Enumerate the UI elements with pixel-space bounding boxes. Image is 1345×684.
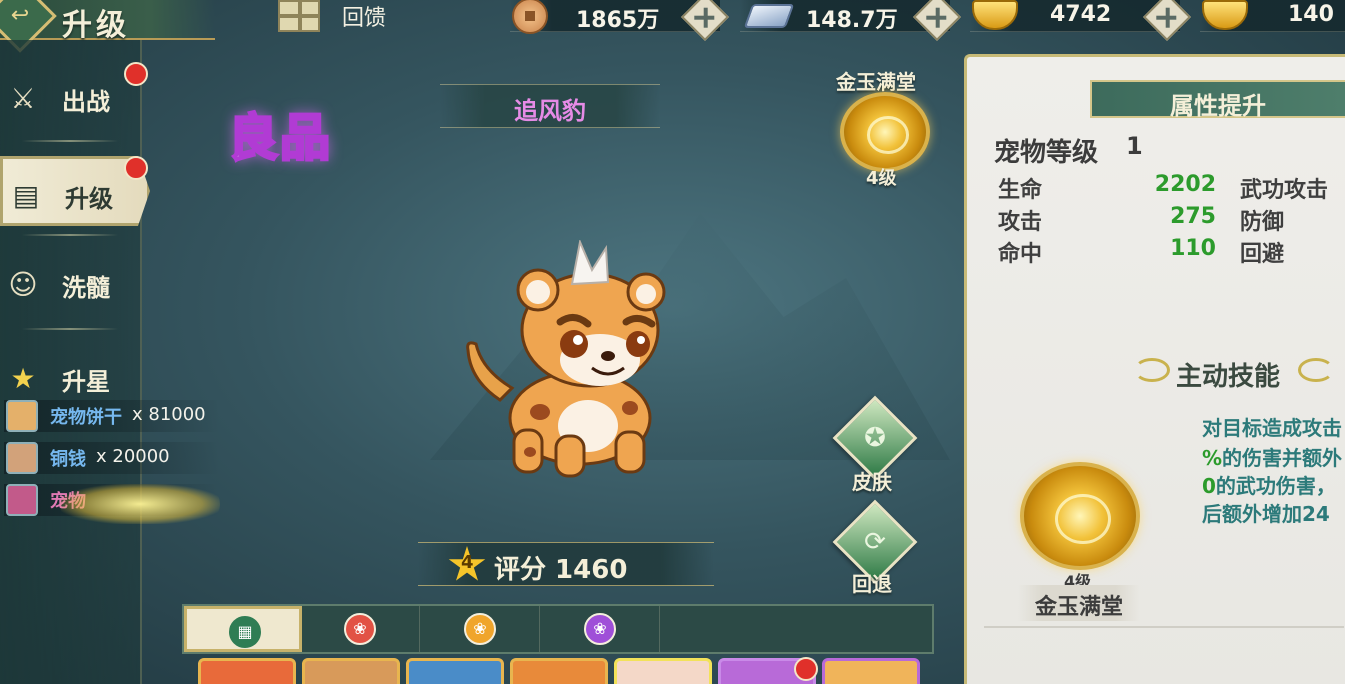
pet-name-plate: 追风豹	[440, 84, 660, 128]
active-skill-orb-icon[interactable]	[1020, 462, 1140, 570]
stat-evade-label: 回避	[1240, 242, 1285, 267]
stat-hp-label: 生命	[998, 178, 1043, 203]
star-count: 4	[461, 552, 474, 573]
notification-badge	[124, 156, 148, 180]
paw-purple-icon: ❀	[584, 613, 616, 645]
sidebar-item-refine[interactable]: ☺ 洗髓	[0, 248, 150, 318]
gold-ingot-icon	[972, 0, 1018, 30]
upgrade-glow-effect	[60, 484, 220, 524]
biscuit-icon	[6, 400, 38, 432]
attribute-panel-header: 属性提升	[1090, 80, 1345, 120]
stat-defense-label: 防御	[1240, 210, 1285, 235]
grid-icon: ▦	[229, 616, 261, 648]
tab-all[interactable]: ▦	[184, 606, 302, 652]
cake-icon	[6, 484, 38, 516]
document-icon: ▤	[12, 179, 40, 212]
pet-slot[interactable]	[406, 658, 504, 684]
sidebar-item-label: 洗髓	[62, 274, 110, 302]
score-text: 评分 1460	[494, 555, 628, 585]
sidebar-item-label: 升星	[62, 368, 110, 396]
stat-hp-value: 2202	[1154, 172, 1216, 197]
stat-hit-label: 命中	[998, 242, 1043, 267]
featured-skill-orb-icon[interactable]	[840, 92, 930, 172]
stat-martial-attack-label: 武功攻击	[1240, 178, 1329, 203]
material-row-copper: 铜钱 x 20000	[4, 442, 219, 474]
pet-slot[interactable]	[510, 658, 608, 684]
crossed-swords-icon: ⚔	[10, 82, 36, 115]
active-skill-name: 金玉满堂	[1034, 595, 1123, 620]
copper-coin-icon	[6, 442, 38, 474]
featured-skill-name: 金玉满堂	[836, 70, 916, 94]
skill-desc-line: 对目标造成攻击	[1202, 416, 1342, 440]
pet-filter-tabs: ▦ ❀ ❀ ❀	[182, 604, 934, 654]
feedback-label: 回馈	[342, 6, 387, 31]
skill-desc-line: 0的武功伤害，	[1202, 474, 1336, 498]
sidebar-item-label: 升级	[65, 185, 113, 213]
attribute-panel-title: 属性提升	[1170, 92, 1266, 120]
title-tag: ↩ 升级	[0, 0, 215, 53]
stat-hit-value: 110	[1170, 236, 1216, 261]
paw-orange-icon: ❀	[464, 613, 496, 645]
stat-attack-value: 275	[1170, 204, 1216, 229]
notification-badge	[794, 657, 818, 681]
sidebar-item-label: 出战	[62, 88, 110, 116]
ornament-swirl-icon	[1298, 358, 1334, 382]
skill-desc-line: %的伤害并额外	[1202, 446, 1343, 470]
stat-attack-label: 攻击	[998, 210, 1043, 235]
star-icon: ★	[10, 362, 36, 395]
tab-orange[interactable]: ❀	[422, 606, 540, 652]
resource-gold-value: 4742	[1050, 2, 1112, 27]
ornament-swirl-icon	[1134, 358, 1170, 382]
silver-ingot-icon	[743, 4, 795, 28]
tab-red[interactable]: ❀	[302, 606, 420, 652]
resource-copper-value: 1865万	[576, 8, 660, 33]
skin-label: 皮肤	[852, 470, 892, 494]
quality-label: 良品	[227, 108, 332, 169]
paw-star-icon: ✪	[864, 423, 886, 453]
resource-silver-value: 148.7万	[806, 8, 898, 33]
pet-leopard-illustration[interactable]	[460, 240, 680, 480]
resource-yuanbao-value: 140	[1288, 2, 1334, 27]
active-skill-name-plate: 金玉满堂	[1018, 585, 1140, 621]
divider	[22, 328, 118, 330]
active-skills-header: 主动技能	[1176, 362, 1281, 392]
material-row-biscuit: 宠物饼干 x 81000	[4, 400, 219, 432]
material-count: x 81000	[132, 404, 206, 425]
skill-desc-line: 后额外增加24	[1202, 502, 1330, 526]
divider	[22, 234, 118, 236]
pet-slot[interactable]	[302, 658, 400, 684]
tab-purple[interactable]: ❀	[542, 606, 660, 652]
page-title: 升级	[62, 8, 130, 43]
paw-red-icon: ❀	[344, 613, 376, 645]
material-name: 宠物饼干	[50, 407, 122, 428]
material-name: 铜钱	[50, 449, 86, 470]
gold-yuanbao-icon	[1202, 0, 1248, 30]
material-count: x 20000	[96, 446, 170, 467]
pet-name: 追风豹	[514, 97, 586, 125]
score-bar: 4 评分 1460	[418, 542, 714, 586]
pet-level-value: 1	[1126, 132, 1143, 160]
revert-label: 回退	[852, 572, 892, 596]
pet-slot-selected[interactable]	[614, 658, 712, 684]
notification-badge	[124, 62, 148, 86]
feedback-button[interactable]: 回馈	[278, 0, 418, 34]
divider	[984, 626, 1344, 628]
pet-slot[interactable]	[822, 658, 920, 684]
pet-level-label: 宠物等级	[994, 138, 1099, 168]
cat-face-icon: ☺	[8, 268, 38, 301]
top-bar: ↩ 升级 回馈 1865万 148.7万 4742 140	[0, 0, 1345, 53]
featured-skill-level: 4级	[866, 168, 897, 189]
resource-yuanbao: 140	[1200, 0, 1345, 32]
refresh-arrows-icon: ⟳	[864, 527, 886, 557]
copper-coin-icon	[512, 0, 548, 34]
pet-slot[interactable]	[198, 658, 296, 684]
divider	[22, 140, 118, 142]
gift-box-icon	[278, 0, 320, 32]
